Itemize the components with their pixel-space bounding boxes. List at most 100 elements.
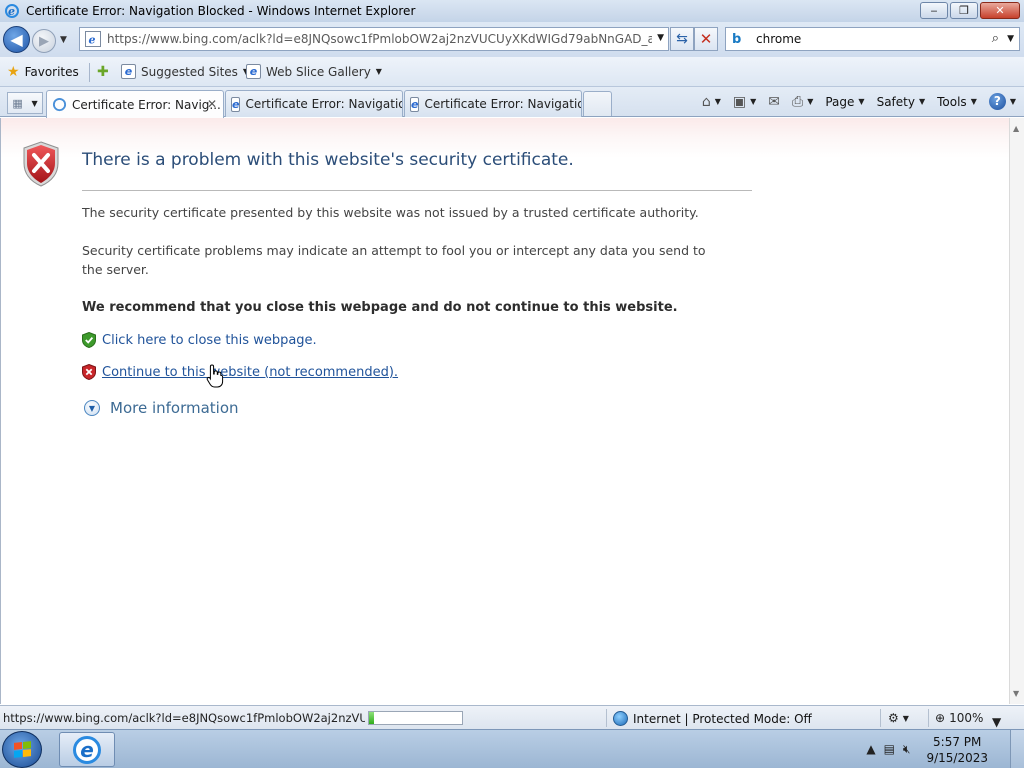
show-desktop-button[interactable] xyxy=(1010,730,1024,768)
chevron-down-icon: ▼ xyxy=(970,97,977,106)
security-zone[interactable]: Internet | Protected Mode: Off xyxy=(613,711,812,726)
close-window-button[interactable]: ✕ xyxy=(980,2,1020,19)
add-to-favorites-bar-icon[interactable]: ✚ xyxy=(97,64,109,80)
chevron-down-icon: ▼ xyxy=(902,713,909,723)
recent-pages-dropdown-icon[interactable]: ▼ xyxy=(60,35,67,45)
favorites-button[interactable]: ★ Favorites xyxy=(7,64,79,80)
more-information-toggle[interactable]: ▼ More information xyxy=(84,399,239,417)
tab-certificate-error-1[interactable]: Certificate Error: Navig... ✕ xyxy=(46,90,224,118)
forward-button[interactable]: ▶ xyxy=(32,29,56,53)
help-menu[interactable]: ? ▼ xyxy=(988,93,1016,110)
tray-icons: ▲ ▤ 🔇︎ xyxy=(866,742,910,757)
feeds-button[interactable]: ▣ ▼ xyxy=(733,94,756,110)
clock[interactable]: 5:57 PM 9/15/2023 xyxy=(926,734,988,766)
tab-certificate-error-3[interactable]: e Certificate Error: Navigatio... xyxy=(404,90,582,117)
address-dropdown-icon[interactable]: ▼ xyxy=(657,33,664,43)
expand-chevron-icon: ▼ xyxy=(84,400,100,416)
green-shield-check-icon xyxy=(82,332,96,348)
clock-date: 9/15/2023 xyxy=(926,750,988,765)
favorites-link-web-slice-gallery[interactable]: e Web Slice Gallery ▼ xyxy=(246,64,382,79)
taskbar-internet-explorer-button[interactable]: e xyxy=(59,732,115,767)
restore-button[interactable]: ❐ xyxy=(950,2,978,19)
favorites-link-suggested-sites[interactable]: e Suggested Sites ▼ xyxy=(121,64,249,79)
page-menu[interactable]: Page ▼ xyxy=(825,95,864,109)
command-bar: ⌂ ▼ ▣ ▼ ✉ ⎙ ▼ Page ▼ Safety ▼ Tools ▼ ? … xyxy=(690,93,1016,110)
navigation-bar: ◀ ▶ ▼ e https://www.bing.com/aclk?ld=e8J… xyxy=(0,22,1024,57)
start-button[interactable] xyxy=(2,731,42,768)
network-icon[interactable]: ▤ xyxy=(884,742,895,757)
security-risk-explanation: Security certificate problems may indica… xyxy=(82,243,706,277)
tab-label: Certificate Error: Navigatio... xyxy=(245,97,403,111)
mail-icon: ✉ xyxy=(768,93,780,110)
page-ie-icon: e xyxy=(410,96,420,112)
page-ie-icon: e xyxy=(246,64,261,79)
quick-tabs-button[interactable]: ▦ ▼ xyxy=(7,92,43,114)
close-webpage-link[interactable]: Click here to close this webpage. xyxy=(102,333,317,348)
tools-menu[interactable]: Tools ▼ xyxy=(937,95,977,109)
tracking-protection-icon: ⚙ xyxy=(888,711,899,725)
safety-menu-label: Safety xyxy=(876,94,915,109)
chevron-down-icon: ▼ xyxy=(375,67,382,76)
page-ie-icon: e xyxy=(85,31,101,47)
page-load-progress-bar xyxy=(368,711,463,725)
stop-button[interactable]: ✕ xyxy=(694,27,718,51)
heading-divider xyxy=(82,190,752,191)
title-bar: e Certificate Error: Navigation Blocked … xyxy=(0,0,1024,22)
chevron-down-icon[interactable]: ▼ xyxy=(715,97,721,106)
scroll-up-icon[interactable]: ▲ xyxy=(1013,124,1019,133)
status-divider xyxy=(928,709,929,727)
status-divider xyxy=(606,709,607,727)
printer-icon: ⎙ xyxy=(792,93,804,110)
page-ie-icon: e xyxy=(121,64,136,79)
address-bar[interactable]: e https://www.bing.com/aclk?ld=e8JNQsowc… xyxy=(79,27,669,51)
vertical-scrollbar[interactable]: ▲ ▼ xyxy=(1009,118,1024,704)
quick-tabs-grid-icon: ▦ xyxy=(12,96,23,110)
address-input[interactable]: https://www.bing.com/aclk?ld=e8JNQsowc1f… xyxy=(107,32,652,46)
tab-list-dropdown-icon[interactable]: ▼ xyxy=(31,99,37,108)
svg-text:e: e xyxy=(89,34,96,47)
favorites-separator xyxy=(89,63,90,82)
favorites-link-label: Web Slice Gallery xyxy=(266,64,371,79)
tracking-protection-button[interactable]: ⚙ ▼ xyxy=(888,711,909,725)
chevron-down-icon: ▼ xyxy=(858,97,865,106)
search-input[interactable]: chrome xyxy=(756,32,801,46)
page-menu-label: Page xyxy=(825,94,855,109)
status-divider xyxy=(880,709,881,727)
back-button[interactable]: ◀ xyxy=(3,26,30,53)
chevron-down-icon[interactable]: ▼ xyxy=(750,97,756,106)
tab-bar: ▦ ▼ Certificate Error: Navig... ✕ e Cert… xyxy=(0,87,1024,118)
tab-certificate-error-2[interactable]: e Certificate Error: Navigatio... xyxy=(225,90,403,117)
chevron-down-icon[interactable]: ▼ xyxy=(807,97,813,106)
status-url-text: https://www.bing.com/aclk?ld=e8JNQsowc1f… xyxy=(3,711,365,725)
home-button[interactable]: ⌂ ▼ xyxy=(702,94,721,110)
tab-label: Certificate Error: Navig... xyxy=(72,97,221,112)
windows-logo-icon xyxy=(13,741,31,758)
minimize-button[interactable]: ‒ xyxy=(920,2,948,19)
search-icon[interactable]: ⌕ xyxy=(992,31,999,46)
read-mail-button[interactable]: ✉ xyxy=(768,94,780,110)
close-webpage-row: Click here to close this webpage. xyxy=(82,332,317,348)
scroll-down-icon[interactable]: ▼ xyxy=(1013,689,1019,698)
print-button[interactable]: ⎙ ▼ xyxy=(792,94,813,110)
page-ie-icon: e xyxy=(231,96,241,112)
continue-to-website-link[interactable]: Continue to this website (not recommende… xyxy=(102,365,398,380)
search-options-dropdown-icon[interactable]: ▼ xyxy=(1007,34,1014,44)
tools-menu-label: Tools xyxy=(937,94,967,109)
bing-icon: b xyxy=(732,31,742,47)
status-bar: https://www.bing.com/aclk?ld=e8JNQsowc1f… xyxy=(0,705,1024,729)
windows-taskbar: e ▲ ▤ 🔇︎ 5:57 PM 9/15/2023 xyxy=(0,729,1024,768)
safety-menu[interactable]: Safety ▼ xyxy=(877,95,926,109)
new-tab-button[interactable] xyxy=(583,91,612,116)
chevron-down-icon: ▼ xyxy=(1009,97,1016,106)
hand-pointer-cursor-icon xyxy=(206,364,224,388)
compatibility-view-button[interactable]: ⇆ xyxy=(670,27,694,51)
volume-muted-icon[interactable]: 🔇︎ xyxy=(903,742,911,757)
rss-feed-icon: ▣ xyxy=(732,93,747,110)
close-tab-icon[interactable]: ✕ xyxy=(207,97,217,111)
show-hidden-icons-icon[interactable]: ▲ xyxy=(866,742,875,757)
zoom-button[interactable]: ⊕ 100% xyxy=(935,711,983,725)
favorites-link-label: Suggested Sites xyxy=(141,64,238,79)
certificate-issuer-warning: The security certificate presented by th… xyxy=(82,205,699,220)
search-box[interactable]: b chrome ⌕ ▼ xyxy=(725,27,1020,51)
zoom-dropdown-icon[interactable]: ▼ xyxy=(992,715,1001,729)
